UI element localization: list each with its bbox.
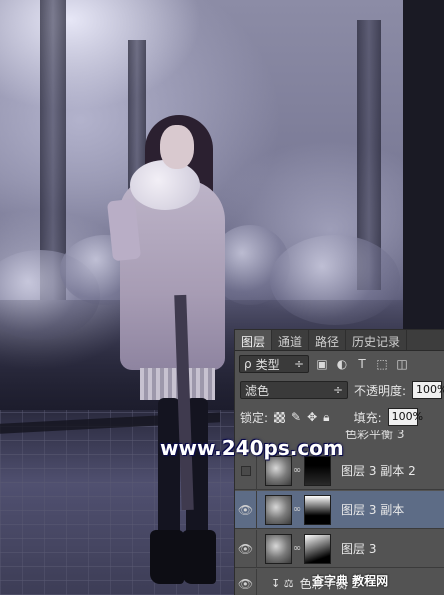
lock-move-icon[interactable]: ✥ <box>307 410 317 424</box>
filter-row: ρ 类型 ÷ ▣ ◐ T ⬚ ◫ <box>235 352 444 376</box>
lock-all-icon[interactable]: 🔒︎ <box>323 410 329 425</box>
layer-thumbnail <box>265 494 292 525</box>
opacity-field[interactable]: 100% <box>412 381 444 399</box>
lock-transparent-icon[interactable] <box>274 411 286 423</box>
search-icon: ρ <box>244 357 252 371</box>
link-icon: ∞ <box>292 543 302 554</box>
eye-icon[interactable]: 👁︎ <box>235 490 257 529</box>
opacity-label: 不透明度: <box>354 383 407 398</box>
adjustment-layer-icon: ↧ ⚖ <box>271 577 294 590</box>
tab-channels[interactable]: 通道 <box>272 330 310 350</box>
layer-row[interactable]: 👁︎ ∞ 图层 3 <box>235 529 444 568</box>
image-filter-icon[interactable]: ▣ <box>315 357 329 371</box>
partial-layer-name: 色彩平衡 3 <box>345 430 405 441</box>
layer-row-selected[interactable]: 👁︎ ∞ 图层 3 副本 <box>235 490 444 529</box>
smart-object-filter-icon[interactable]: ◫ <box>395 357 409 371</box>
blend-row: 滤色 ÷ 不透明度: 100% <box>235 378 444 402</box>
layer-mask-thumbnail[interactable] <box>304 455 331 486</box>
shape-filter-icon[interactable]: ⬚ <box>375 357 389 371</box>
layers-panel: 图层 通道 路径 历史记录 ρ 类型 ÷ ▣ ◐ T ⬚ ◫ 滤色 ÷ 不透明度… <box>234 329 444 595</box>
filter-kind-label: 类型 <box>255 357 280 372</box>
girl-fur-collar <box>130 160 200 210</box>
fill-field[interactable]: 100% <box>387 408 423 426</box>
link-icon: ∞ <box>292 504 302 515</box>
tab-layers[interactable]: 图层 <box>235 330 273 350</box>
blend-mode-value: 滤色 <box>245 383 270 398</box>
tab-paths[interactable]: 路径 <box>309 330 347 350</box>
filter-kind-dropdown[interactable]: ρ 类型 ÷ <box>239 355 309 373</box>
eye-icon[interactable]: 👁︎ <box>235 529 257 568</box>
layer-name[interactable]: 图层 3 副本 2 <box>341 462 416 479</box>
layer-name[interactable]: 图层 3 <box>341 540 376 557</box>
layer-mask-thumbnail[interactable] <box>304 533 331 564</box>
dropdown-arrow-icon: ÷ <box>293 357 304 371</box>
layer-mask-thumbnail[interactable] <box>304 494 331 525</box>
eye-icon[interactable]: 👁︎ <box>235 568 257 595</box>
lock-label: 锁定: <box>240 410 269 425</box>
layer-thumbnail <box>265 455 292 486</box>
blend-mode-dropdown[interactable]: 滤色 ÷ <box>240 381 348 399</box>
corner-watermark: 查字典 教程网 <box>312 574 389 588</box>
panel-tabs: 图层 通道 路径 历史记录 <box>235 330 444 351</box>
link-icon: ∞ <box>292 465 302 476</box>
dropdown-arrow-icon: ÷ <box>332 383 343 397</box>
adjustment-filter-icon[interactable]: ◐ <box>335 357 349 371</box>
layer-thumbnail <box>265 533 292 564</box>
type-filter-icon[interactable]: T <box>355 357 369 371</box>
girl-boot <box>150 530 184 584</box>
lock-row: 锁定: ✎ ✥ 🔒︎ 填充: 100% <box>235 405 444 429</box>
site-watermark: www.240ps.com <box>160 436 344 460</box>
fill-label: 填充: <box>353 410 382 425</box>
tab-history[interactable]: 历史记录 <box>346 330 408 350</box>
girl-leg <box>158 398 180 548</box>
girl-boot <box>182 530 216 584</box>
lock-brush-icon[interactable]: ✎ <box>291 410 301 424</box>
girl-face <box>160 125 194 169</box>
layer-name[interactable]: 图层 3 副本 <box>341 501 404 518</box>
